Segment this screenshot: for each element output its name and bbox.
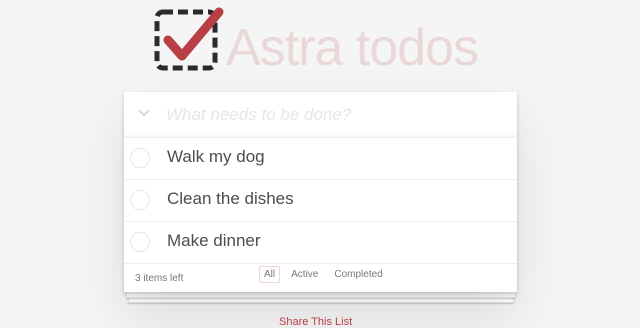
chevron-down-icon[interactable] — [135, 104, 153, 122]
new-todo-row — [124, 92, 517, 138]
todo-item: Walk my dog — [124, 138, 517, 180]
todo-checkbox[interactable] — [130, 148, 150, 168]
todo-checkbox[interactable] — [130, 190, 150, 210]
todo-item: Clean the dishes — [124, 180, 517, 222]
todo-item: Make dinner — [124, 222, 517, 264]
filter-tabs: All Active Completed — [256, 266, 391, 283]
todo-list: Walk my dog Clean the dishes Make dinner — [124, 138, 517, 264]
todo-label[interactable]: Make dinner — [167, 231, 261, 251]
items-left-count: 3 items left — [135, 273, 184, 284]
new-todo-input[interactable] — [166, 100, 506, 130]
todo-footer: 3 items left All Active Completed — [124, 265, 517, 292]
todo-label[interactable]: Walk my dog — [167, 147, 265, 167]
app-header: Astra todos — [0, 0, 640, 90]
share-list-link[interactable]: Share This List — [279, 316, 352, 328]
filter-active[interactable]: Active — [286, 266, 323, 283]
app-title: Astra todos — [226, 19, 479, 77]
filter-completed[interactable]: Completed — [329, 266, 387, 283]
todo-label[interactable]: Clean the dishes — [167, 189, 294, 209]
todo-checkbox[interactable] — [130, 232, 150, 252]
filter-all[interactable]: All — [259, 266, 281, 283]
checkbox-check-icon — [154, 7, 224, 71]
todo-app: Walk my dog Clean the dishes Make dinner… — [124, 92, 517, 292]
